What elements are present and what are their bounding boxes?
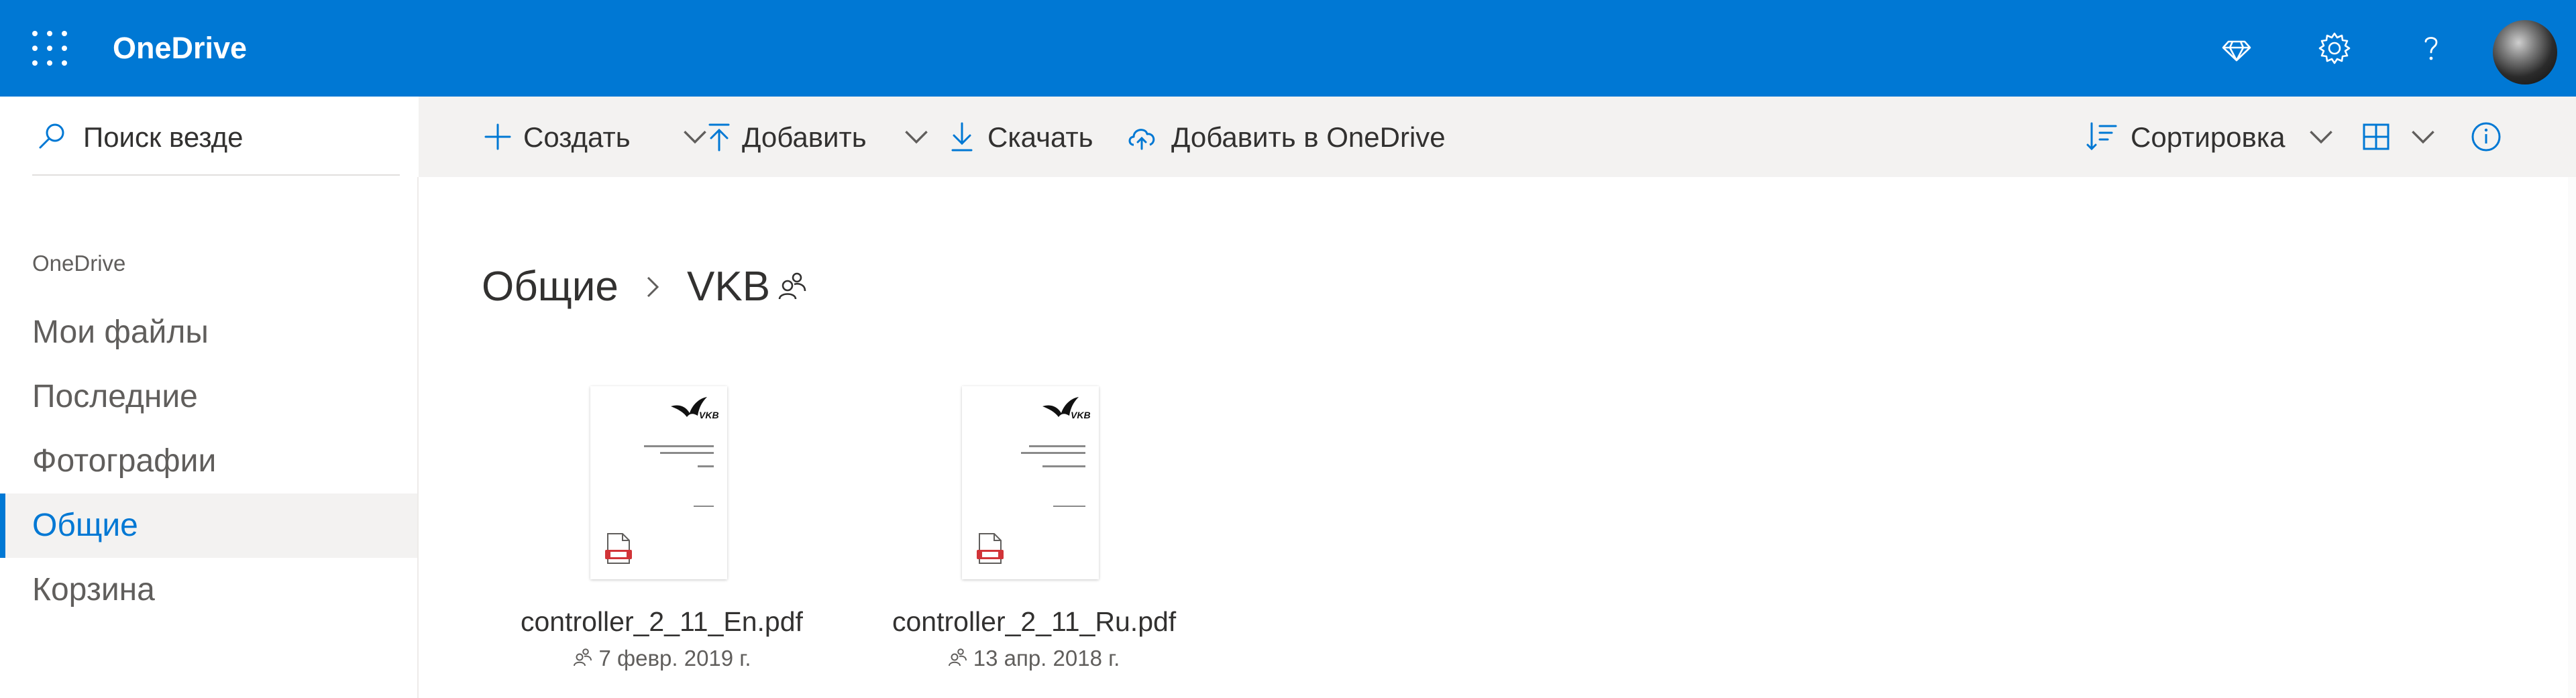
upload-icon xyxy=(708,123,730,152)
upload-button[interactable]: Добавить xyxy=(702,117,930,157)
file-date-text: 13 апр. 2018 г. xyxy=(973,646,1120,671)
pdf-icon xyxy=(977,533,1004,564)
file-tile[interactable]: VKB controller_2_11_En.pdf 7 февр. 2019 … xyxy=(521,386,816,681)
svg-text:VKB: VKB xyxy=(699,410,719,420)
chevron-down-icon xyxy=(2412,131,2434,144)
breadcrumb-item-shared[interactable]: Общие xyxy=(482,260,619,314)
sidebar-item-my-files[interactable]: Мои файлы xyxy=(0,300,417,365)
vkb-logo-icon: VKB xyxy=(671,397,719,420)
vkb-logo-icon: VKB xyxy=(1042,397,1091,420)
top-bar: OneDrive xyxy=(0,0,2576,97)
shared-people-icon xyxy=(948,648,967,666)
grid-view-icon xyxy=(2363,123,2390,150)
chevron-down-icon xyxy=(2310,131,2332,144)
sidebar-item-label: Общие xyxy=(32,508,138,543)
vertical-scrollbar[interactable] xyxy=(2568,177,2576,698)
svg-text:VKB: VKB xyxy=(1071,410,1091,420)
sidebar-divider xyxy=(417,177,419,698)
download-label: Скачать xyxy=(987,121,1093,153)
create-label: Создать xyxy=(523,121,631,153)
file-date-text: 7 февр. 2019 г. xyxy=(598,646,751,671)
search-icon xyxy=(39,123,64,149)
file-date: 7 февр. 2019 г. xyxy=(521,645,802,672)
pdf-icon xyxy=(605,533,632,564)
sidebar-section-title: OneDrive xyxy=(32,251,126,276)
chevron-down-icon xyxy=(905,131,928,144)
command-bar: Создать Добавить Скачать Добавить в OneD… xyxy=(419,97,2576,177)
file-thumbnail: VKB xyxy=(590,386,727,579)
sidebar-item-label: Последние xyxy=(32,379,198,414)
file-date: 13 апр. 2018 г. xyxy=(892,645,1174,672)
sidebar: OneDrive Мои файлы Последние Фотографии … xyxy=(0,177,417,698)
waffle-icon[interactable] xyxy=(30,28,70,68)
download-icon xyxy=(951,122,973,152)
breadcrumb-item-current[interactable]: VKB xyxy=(687,260,770,314)
file-name[interactable]: controller_2_11_En.pdf xyxy=(521,605,803,638)
sort-icon xyxy=(2086,122,2117,151)
sidebar-item-label: Фотографии xyxy=(32,443,217,479)
app-title[interactable]: OneDrive xyxy=(113,28,247,68)
sidebar-item-shared[interactable]: Общие xyxy=(0,493,417,558)
shared-people-icon xyxy=(778,272,806,300)
add-to-onedrive-button[interactable]: Добавить в OneDrive xyxy=(1124,117,1460,157)
upload-label: Добавить xyxy=(742,121,867,153)
search-input[interactable]: Поиск везде xyxy=(32,115,400,176)
gear-icon[interactable] xyxy=(2314,28,2355,68)
sort-button[interactable]: Сортировка xyxy=(2085,117,2340,157)
avatar[interactable] xyxy=(2493,20,2557,84)
chevron-right-icon xyxy=(647,276,659,298)
add-to-onedrive-label: Добавить в OneDrive xyxy=(1171,121,1446,153)
file-name[interactable]: controller_2_11_Ru.pdf xyxy=(892,605,1176,638)
file-thumbnail: VKB xyxy=(962,386,1099,579)
view-switcher-button[interactable] xyxy=(2359,117,2436,157)
sort-label: Сортировка xyxy=(2131,121,2286,153)
file-tile[interactable]: VKB controller_2_11_Ru.pdf 13 апр. 2018 … xyxy=(892,386,1187,681)
shared-people-icon xyxy=(574,648,592,666)
sidebar-item-photos[interactable]: Фотографии xyxy=(0,429,417,493)
download-button[interactable]: Скачать xyxy=(945,117,1127,157)
search-placeholder: Поиск везде xyxy=(83,121,244,153)
cloud-add-icon xyxy=(1128,129,1155,150)
sidebar-item-label: Мои файлы xyxy=(32,314,209,350)
create-button[interactable]: Создать xyxy=(480,117,706,157)
sidebar-item-label: Корзина xyxy=(32,572,155,607)
diamond-icon[interactable] xyxy=(2216,28,2257,68)
sidebar-item-recent[interactable]: Последние xyxy=(0,365,417,429)
info-icon xyxy=(2471,122,2501,152)
plus-icon xyxy=(484,123,511,150)
info-button[interactable] xyxy=(2469,117,2506,157)
sidebar-item-recycle-bin[interactable]: Корзина xyxy=(0,558,417,622)
help-icon[interactable] xyxy=(2411,28,2451,68)
